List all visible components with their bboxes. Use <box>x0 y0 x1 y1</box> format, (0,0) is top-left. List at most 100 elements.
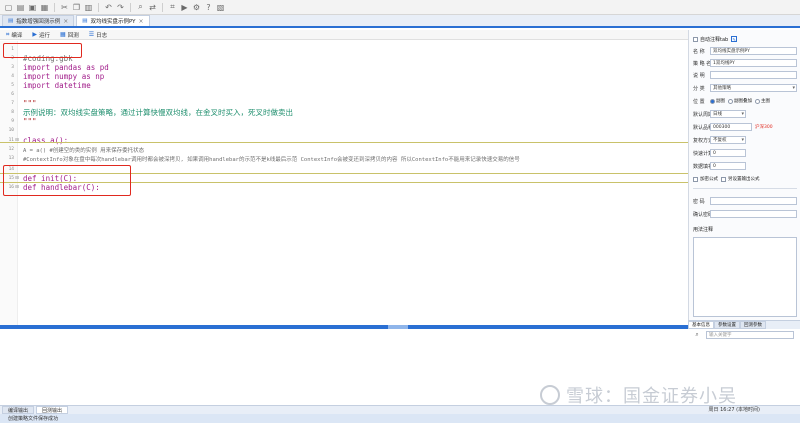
period-select[interactable]: 日线 <box>710 110 746 118</box>
code-line[interactable]: 1 <box>0 45 688 54</box>
position-option-sub[interactable]: 副图 <box>710 98 725 104</box>
category-select[interactable]: 其他策略 <box>710 84 797 92</box>
status-text: 创建策略文件保存成功 <box>8 416 59 422</box>
close-icon[interactable]: × <box>63 18 68 25</box>
run-icon[interactable]: ▶ <box>180 3 189 12</box>
toolbar-separator <box>98 2 99 12</box>
name-row: 名 称 双均线实盘示例PY <box>693 46 797 56</box>
save-icon[interactable]: ▣ <box>28 3 37 12</box>
undo-icon[interactable]: ↶ <box>104 3 113 12</box>
code-line[interactable]: 5 import datetime <box>0 81 688 90</box>
code-line[interactable]: 13 #ContextInfo对象在盘中每次handlebar调用时都会被深拷贝,… <box>0 154 688 163</box>
mode-select[interactable]: 不复权 <box>710 136 746 144</box>
line-number: 6 <box>11 92 14 97</box>
log-button[interactable]: ☰ 日志 <box>89 31 107 39</box>
password-field[interactable] <box>710 197 797 205</box>
name-field[interactable]: 双均线实盘示例PY <box>710 47 797 55</box>
divider <box>693 188 797 189</box>
close-icon[interactable]: × <box>139 18 144 25</box>
property-panel: 自动注释tab ✎ 名 称 双均线实盘示例PY 策 略 名 1双均线PY 说 明… <box>688 30 800 320</box>
panel-tabs: 基本信息 参数设置 回测参数 <box>688 320 800 329</box>
code-line[interactable]: 10 <box>0 126 688 135</box>
code-line[interactable]: 9 """ <box>0 117 688 126</box>
mode-value: 不复权 <box>713 138 727 143</box>
doc-tab-label: 双均线实盘示例PY <box>90 19 136 25</box>
count-field[interactable]: 0 <box>710 162 746 170</box>
desc-row: 用法注释 <box>693 224 797 234</box>
code-text: import datetime <box>23 81 91 90</box>
code-line[interactable]: 2 #coding:gbk <box>0 54 688 63</box>
stock-label: 默认品种 <box>693 124 714 131</box>
settings-icon[interactable]: ✎ <box>731 36 738 42</box>
tab-label: 基本信息 <box>692 323 710 328</box>
tab-compile-output[interactable]: 编译输出 <box>2 406 35 414</box>
output-checkbox <box>721 176 726 182</box>
position-option-overlay[interactable]: 副图叠加 <box>728 98 752 104</box>
toolbar-separator <box>162 2 163 12</box>
encrypt-row: 加密公式 另设置输出公式 <box>693 174 797 184</box>
compile-button[interactable]: ⌗ 编译 <box>6 31 22 39</box>
auto-tab-checkbox[interactable] <box>693 36 698 42</box>
run-button[interactable]: ▶ 运行 <box>32 31 50 39</box>
code-text: #ContextInfo对象在盘中每次handlebar调用时都会被深拷贝, 如… <box>23 156 520 163</box>
password-label: 密 码 <box>693 198 705 205</box>
redo-icon[interactable]: ↷ <box>116 3 125 12</box>
line-number: 7 <box>11 101 14 106</box>
code-line[interactable]: 12 A = a() #创建空的类的实例 用来保存委托状态 <box>0 145 688 154</box>
replace-icon[interactable]: ⇄ <box>148 3 157 12</box>
highlight-box <box>3 43 82 58</box>
panel-search-input[interactable]: 输入关键字 <box>706 331 794 339</box>
confirm-label: 确认密码 <box>693 211 714 218</box>
toolbar-separator <box>54 2 55 12</box>
doc-tab-index-enhance[interactable]: ▤ 指数增强回测示例 × <box>2 15 75 26</box>
confirm-password-field[interactable] <box>710 210 797 218</box>
days-field[interactable]: 0 <box>710 149 746 157</box>
tab-backtest-params[interactable]: 回测参数 <box>740 321 766 329</box>
note-field[interactable] <box>710 71 797 79</box>
dev-name-row: 策 略 名 1双均线PY <box>693 58 797 68</box>
code-editor[interactable]: 1 2 #coding:gbk 3 import pandas as pd 4 import… <box>0 41 688 325</box>
output-label: 另设置输出公式 <box>728 177 760 182</box>
search-icon[interactable]: ⌕ <box>692 331 702 339</box>
code-line[interactable]: 3 import pandas as pd <box>0 63 688 72</box>
line-number: 3 <box>11 65 14 70</box>
backtest-button[interactable]: ▦ 回测 <box>60 31 79 39</box>
output-tabs: 编译输出 回测输出 <box>0 405 800 414</box>
code-line[interactable]: 11 ⊟ class a(): <box>0 136 688 145</box>
copy-icon[interactable]: ❐ <box>72 3 81 12</box>
find-icon[interactable]: ⌕ <box>136 2 145 12</box>
compile-icon[interactable]: ⌗ <box>168 2 177 12</box>
code-line[interactable]: 6 <box>0 90 688 99</box>
log-icon: ☰ <box>88 31 95 38</box>
file-icon: ▤ <box>8 18 14 24</box>
stock-field[interactable]: 000300 <box>710 123 752 131</box>
main-toolbar: ▢ ▤ ▣ ▦ ✂ ❐ ▥ ↶ ↷ ⌕ ⇄ ⌗ ▶ ⚙? ▧ <box>0 0 800 15</box>
encrypt-option[interactable]: 加密公式 <box>693 176 718 182</box>
highlight-box <box>3 165 131 196</box>
new-file-icon[interactable]: ▢ <box>4 3 13 12</box>
layout-icon[interactable]: ▧ <box>216 3 225 12</box>
usage-notes-textarea[interactable] <box>693 237 797 317</box>
tab-backtest-output[interactable]: 回测输出 <box>36 406 69 414</box>
backtest-label: 回测 <box>67 32 79 39</box>
code-line[interactable]: 4 import numpy as np <box>0 72 688 81</box>
confirm-row: 确认密码 <box>693 209 797 219</box>
output-option[interactable]: 另设置输出公式 <box>721 176 760 182</box>
dev-name-field[interactable]: 1双均线PY <box>710 59 797 67</box>
line-number: 13 <box>8 156 14 161</box>
settings-icon[interactable]: ⚙ <box>192 3 201 12</box>
help-icon[interactable]: ? <box>204 3 213 12</box>
tab-label: 参数设置 <box>718 323 736 328</box>
tab-basic-info[interactable]: 基本信息 <box>688 321 714 329</box>
paste-icon[interactable]: ▥ <box>84 3 93 12</box>
open-icon[interactable]: ▤ <box>16 3 25 12</box>
run-icon: ▶ <box>32 31 38 38</box>
category-row: 分 类 其他策略 <box>693 83 797 93</box>
code-line[interactable]: 8 示例说明：双均线实盘策略，通过计算快慢双均线，在金叉时买入，死叉时做卖出 <box>0 108 688 117</box>
save-all-icon[interactable]: ▦ <box>40 3 49 12</box>
tab-param-settings[interactable]: 参数设置 <box>714 321 740 329</box>
desc-label: 用法注释 <box>693 226 714 233</box>
position-option-main[interactable]: 主图 <box>755 98 770 104</box>
doc-tab-dual-ma[interactable]: ▤ 双均线实盘示例PY × <box>76 15 150 26</box>
cut-icon[interactable]: ✂ <box>60 3 69 12</box>
